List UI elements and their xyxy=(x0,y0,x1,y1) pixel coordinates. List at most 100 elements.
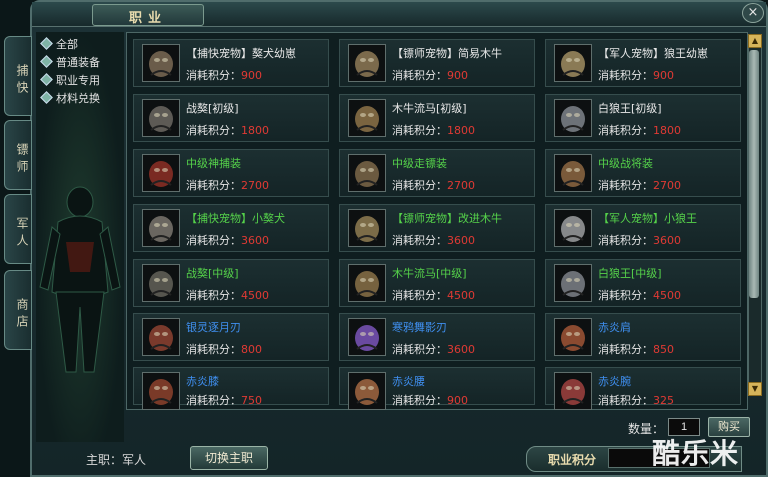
item-cost-row: 消耗积分：3600 xyxy=(392,341,475,357)
item-cost-value: 3600 xyxy=(241,234,269,247)
wooden-ox-icon[interactable] xyxy=(348,44,386,82)
item-slot[interactable]: 银灵逐月刃 消耗积分：800 xyxy=(133,313,329,361)
category-job-exclusive[interactable]: 职业专用 xyxy=(40,72,100,90)
item-cost-row: 消耗积分：2700 xyxy=(392,177,475,193)
item-cost-value: 4500 xyxy=(653,289,681,302)
item-slot[interactable]: 战獒[中级] 消耗积分：4500 xyxy=(133,259,329,307)
item-name: 中级神捕装 xyxy=(186,157,241,170)
category-material-exchange-label: 材料兑换 xyxy=(56,92,100,105)
watermark-logo: 酷乐米 xyxy=(652,437,740,470)
item-cost-value: 750 xyxy=(241,394,262,407)
item-slot[interactable]: 赤炎腕 消耗积分：325 xyxy=(545,367,741,410)
item-slot[interactable]: 白狼王[初级] 消耗积分：1800 xyxy=(545,94,741,142)
scroll-up-arrow-icon[interactable]: ▲ xyxy=(748,34,762,48)
item-slot[interactable]: 木牛流马[中级] 消耗积分：4500 xyxy=(339,259,535,307)
item-slot[interactable]: 【捕快宠物】獒犬幼崽 消耗积分：900 xyxy=(133,39,329,87)
item-slot[interactable]: 【军人宠物】狼王幼崽 消耗积分：900 xyxy=(545,39,741,87)
item-name: 赤炎膝 xyxy=(186,375,219,388)
flame-waist-icon[interactable] xyxy=(348,372,386,410)
flame-shoulder-icon[interactable] xyxy=(554,318,592,356)
scroll-down-arrow-icon[interactable]: ▼ xyxy=(748,382,762,396)
item-slot[interactable]: 【军人宠物】小狼王 消耗积分：3600 xyxy=(545,204,741,252)
item-name: 白狼王[初级] xyxy=(598,102,662,115)
item-name: 【镖师宠物】简易木牛 xyxy=(392,47,502,60)
title-plaque: 职业 xyxy=(92,4,204,26)
character-silhouette-icon xyxy=(39,186,121,373)
item-cost-row: 消耗积分：3600 xyxy=(392,232,475,248)
white-wolf-mid-icon[interactable] xyxy=(554,264,592,302)
category-all[interactable]: 全部 xyxy=(40,36,78,54)
item-name: 【镖师宠物】改进木牛 xyxy=(392,212,502,225)
white-wolf-icon[interactable] xyxy=(554,99,592,137)
raven-blade-icon[interactable] xyxy=(348,318,386,356)
item-name: 战獒[中级] xyxy=(186,267,239,280)
item-slot[interactable]: 中级神捕装消耗积分：2700 xyxy=(133,149,329,197)
wooden-ox-horse-mid-icon[interactable] xyxy=(348,264,386,302)
main-job-text: 主职：军人 xyxy=(86,453,147,467)
wolf-pup-icon[interactable] xyxy=(554,44,592,82)
category-material-exchange[interactable]: 材料兑换 xyxy=(40,90,100,108)
tab-shop[interactable]: 商店 xyxy=(4,270,32,350)
tab-soldier[interactable]: 军人 xyxy=(4,194,32,264)
item-slot[interactable]: 【镖师宠物】改进木牛 消耗积分：3600 xyxy=(339,204,535,252)
tab-escort[interactable]: 镖师 xyxy=(4,120,32,190)
item-cost-row: 消耗积分：900 xyxy=(392,392,468,408)
item-slot[interactable]: 木牛流马[初级] 消耗积分：1800 xyxy=(339,94,535,142)
improved-ox-icon[interactable] xyxy=(348,209,386,247)
item-name: 赤炎腰 xyxy=(392,375,425,388)
catcher-armor-icon[interactable] xyxy=(142,154,180,192)
item-cost-label: 消耗积分： xyxy=(186,234,241,247)
tab-catcher[interactable]: 捕快 xyxy=(4,36,32,116)
item-cost-row: 消耗积分：4500 xyxy=(392,287,475,303)
item-cost-label: 消耗积分： xyxy=(392,234,447,247)
item-cost-value: 4500 xyxy=(447,289,475,302)
mastiff-icon[interactable] xyxy=(142,209,180,247)
item-cost-label: 消耗积分： xyxy=(598,394,653,407)
job-points-label: 职业积分 xyxy=(548,453,597,467)
escort-armor-icon[interactable] xyxy=(348,154,386,192)
item-slot[interactable]: 白狼王[中级] 消耗积分：4500 xyxy=(545,259,741,307)
item-slot[interactable]: 赤炎腰消耗积分：900 xyxy=(339,367,535,410)
item-name: 【捕快宠物】獒犬幼崽 xyxy=(186,47,296,60)
dog-pup-icon[interactable] xyxy=(142,44,180,82)
item-slot[interactable]: 中级走镖装 消耗积分：2700 xyxy=(339,149,535,197)
item-slot[interactable]: 战獒[初级] 消耗积分：1800 xyxy=(133,94,329,142)
item-cost-value: 3600 xyxy=(653,234,681,247)
category-normal-gear[interactable]: 普通装备 xyxy=(40,54,100,72)
war-mastiff-mid-icon[interactable] xyxy=(142,264,180,302)
item-cost-value: 3600 xyxy=(447,343,475,356)
item-cost-label: 消耗积分： xyxy=(598,69,653,82)
item-slot[interactable]: 寒鸦舞影刃 消耗积分：3600 xyxy=(339,313,535,361)
little-wolf-icon[interactable] xyxy=(554,209,592,247)
moon-blade-icon[interactable] xyxy=(142,318,180,356)
item-cost-label: 消耗积分： xyxy=(186,394,241,407)
scrollbar-thumb[interactable] xyxy=(749,50,759,298)
item-cost-label: 消耗积分： xyxy=(392,343,447,356)
switch-main-job-button[interactable]: 切换主职 xyxy=(190,446,268,470)
item-cost-row: 消耗积分：2700 xyxy=(186,177,269,193)
item-cost-label: 消耗积分： xyxy=(186,69,241,82)
war-mastiff-icon[interactable] xyxy=(142,99,180,137)
item-slot[interactable]: 【镖师宠物】简易木牛 消耗积分：900 xyxy=(339,39,535,87)
item-cost-row: 消耗积分：1800 xyxy=(392,122,475,138)
close-button[interactable]: × xyxy=(742,3,764,23)
item-slot[interactable]: 赤炎肩 消耗积分：850 xyxy=(545,313,741,361)
flame-knee-icon[interactable] xyxy=(142,372,180,410)
category-panel: 全部 普通装备 职业专用 材料兑换 xyxy=(36,32,124,442)
general-armor-icon[interactable] xyxy=(554,154,592,192)
item-slot[interactable]: 中级战将装 消耗积分：2700 xyxy=(545,149,741,197)
item-cost-row: 消耗积分：900 xyxy=(186,67,262,83)
item-cost-row: 消耗积分：800 xyxy=(186,341,262,357)
item-cost-value: 1800 xyxy=(241,124,269,137)
flame-wrist-icon[interactable] xyxy=(554,372,592,410)
item-slot[interactable]: 赤炎膝消耗积分：750 xyxy=(133,367,329,410)
item-cost-row: 消耗积分：3600 xyxy=(186,232,269,248)
window-title: 职业 xyxy=(128,11,167,26)
wooden-ox-horse-icon[interactable] xyxy=(348,99,386,137)
item-name: 【军人宠物】小狼王 xyxy=(598,212,697,225)
item-cost-value: 900 xyxy=(241,69,262,82)
item-cost-label: 消耗积分： xyxy=(598,343,653,356)
item-name: 【军人宠物】狼王幼崽 xyxy=(598,47,708,60)
item-cost-value: 900 xyxy=(653,69,674,82)
item-slot[interactable]: 【捕快宠物】小獒犬 消耗积分：3600 xyxy=(133,204,329,252)
